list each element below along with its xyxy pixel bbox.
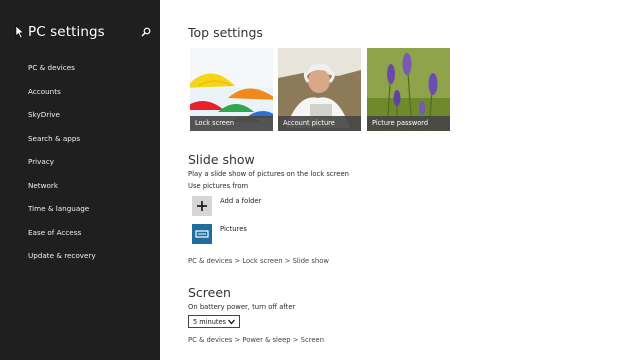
add-folder-icon <box>192 196 212 216</box>
sidebar-item-ease-of-access[interactable]: Ease of Access <box>28 225 96 249</box>
sidebar-item-skydrive[interactable]: SkyDrive <box>28 107 96 131</box>
screen-heading: Screen <box>188 285 231 300</box>
sidebar: PC settings PC & devices Accounts SkyDri… <box>0 0 160 360</box>
lock-screen-tile[interactable]: Lock screen <box>190 48 273 131</box>
slide-show-breadcrumb[interactable]: PC & devices > Lock screen > Slide show <box>188 257 329 265</box>
picture-password-tile-label: Picture password <box>367 116 450 131</box>
picture-password-tile[interactable]: Picture password <box>367 48 450 131</box>
sidebar-item-time-language[interactable]: Time & language <box>28 201 96 225</box>
sidebar-nav: PC & devices Accounts SkyDrive Search & … <box>28 60 96 272</box>
sidebar-item-accounts[interactable]: Accounts <box>28 84 96 108</box>
sidebar-item-privacy[interactable]: Privacy <box>28 154 96 178</box>
page-title: PC settings <box>28 24 105 40</box>
sidebar-item-search-apps[interactable]: Search & apps <box>28 131 96 155</box>
use-pictures-from-label: Use pictures from <box>188 182 249 190</box>
lock-screen-tile-label: Lock screen <box>190 116 273 131</box>
slide-show-heading: Slide show <box>188 152 255 167</box>
screen-timeout-dropdown[interactable]: 5 minutes <box>188 315 240 328</box>
pictures-folder-label: Pictures <box>220 225 247 233</box>
screen-timeout-value: 5 minutes <box>193 318 226 326</box>
top-settings-heading: Top settings <box>188 25 263 40</box>
account-picture-tile-label: Account picture <box>278 116 361 131</box>
screen-breadcrumb[interactable]: PC & devices > Power & sleep > Screen <box>188 336 324 344</box>
slide-show-description: Play a slide show of pictures on the loc… <box>188 170 349 178</box>
battery-timeout-label: On battery power, turn off after <box>188 303 296 311</box>
account-picture-tile[interactable]: Account picture <box>278 48 361 131</box>
sidebar-item-update-recovery[interactable]: Update & recovery <box>28 248 96 272</box>
search-icon[interactable] <box>141 27 151 37</box>
add-folder-label: Add a folder <box>220 197 262 205</box>
pictures-library-icon <box>192 224 212 244</box>
chevron-down-icon <box>228 319 235 325</box>
sidebar-item-pc-devices[interactable]: PC & devices <box>28 60 96 84</box>
cursor-arrow-icon <box>15 25 25 39</box>
sidebar-item-network[interactable]: Network <box>28 178 96 202</box>
main-content: Top settings Lock screen Account picture… <box>188 0 628 360</box>
